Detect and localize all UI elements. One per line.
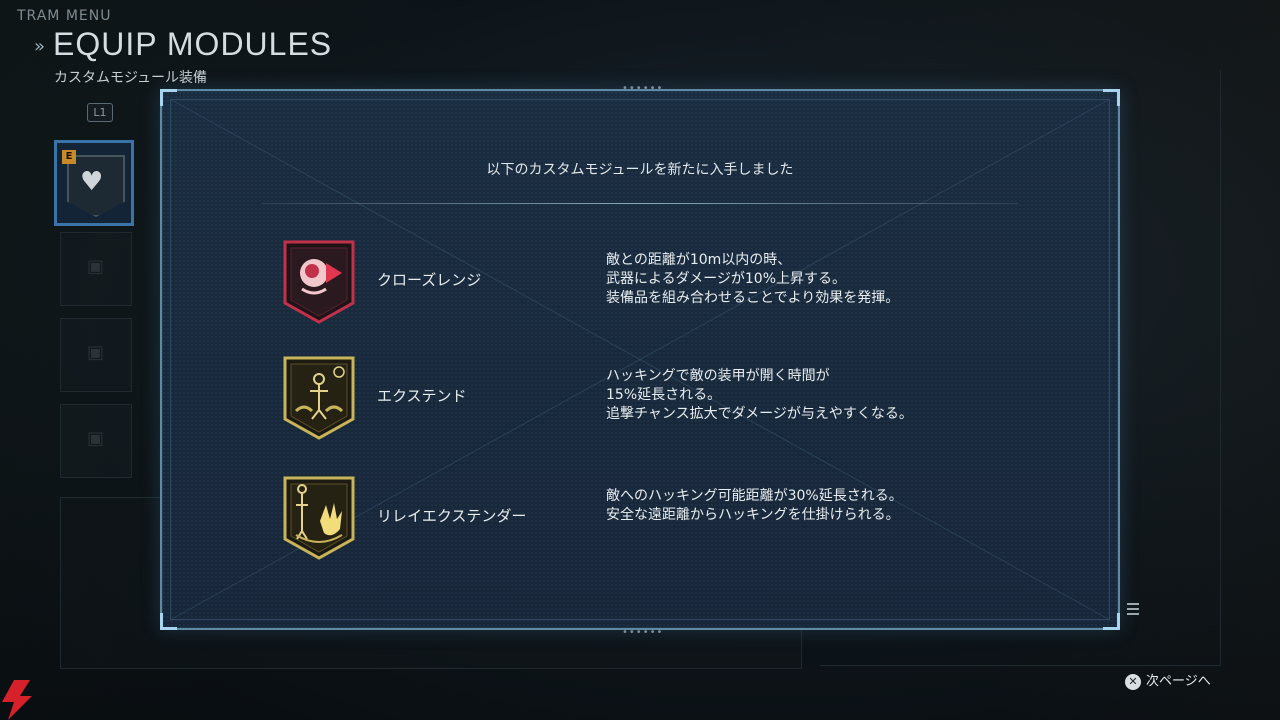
lock-icon: ▣ <box>87 428 105 449</box>
breadcrumb-chevron-icon: » <box>34 36 46 57</box>
module-name: エクステンド <box>377 387 467 405</box>
dialog-top-dots: •••••• <box>622 83 664 94</box>
close-range-icon <box>283 240 355 324</box>
l1-button-prompt[interactable]: L1 <box>87 103 113 122</box>
menu-lines-icon <box>1127 603 1139 618</box>
module-row: エクステンド ハッキングで敵の装甲が開く時間が 15%延長される。 追撃チャンス… <box>162 355 1118 445</box>
module-row: リレイエクステンダー 敵へのハッキング可能距離が30%延長される。 安全な遠距離… <box>162 475 1118 565</box>
lock-icon: ▣ <box>87 342 105 363</box>
dialog-corner <box>1103 613 1120 630</box>
extend-icon <box>283 356 355 440</box>
menu-breadcrumb: TRAM MENU <box>17 8 112 24</box>
cross-button-icon: ✕ <box>1125 673 1141 690</box>
dialog-corner <box>160 613 177 630</box>
dialog-divider <box>262 203 1018 204</box>
module-description: 敵へのハッキング可能距離が30%延長される。 安全な遠距離からハッキングを仕掛け… <box>606 488 903 523</box>
dialog-title: 以下のカスタムモジュールを新たに入手しました <box>486 162 794 178</box>
page-title: EQUIP MODULES <box>53 26 333 62</box>
dialog-corner <box>1103 89 1120 106</box>
lock-icon: ▣ <box>87 256 105 277</box>
relay-extender-icon <box>283 476 355 560</box>
module-name: リレイエクステンダー <box>377 507 527 525</box>
dialog-bottom-dots: •••••• <box>622 627 664 638</box>
heart-plus-icon: ♥ <box>80 167 104 197</box>
module-description: ハッキングで敵の装甲が開く時間が 15%延長される。 追撃チャンス拡大でダメージ… <box>606 368 913 422</box>
equipped-tag: E <box>62 150 76 164</box>
page-subtitle: カスタムモジュール装備 <box>54 70 208 86</box>
next-page-label: 次ページへ <box>1146 674 1211 689</box>
module-description: 敵との距離が10m以内の時、 武器によるダメージが10%上昇する。 装備品を組み… <box>606 252 900 306</box>
module-acquired-dialog: •••••• •••••• 以下のカスタムモジュールを新たに入手しました クロー… <box>160 83 1120 638</box>
dialog-corner <box>160 89 177 106</box>
module-row: クローズレンジ 敵との距離が10m以内の時、 武器によるダメージが10%上昇する… <box>162 239 1118 329</box>
next-page-button[interactable]: ✕ 次ページへ <box>1125 670 1211 690</box>
lightning-logo-icon <box>2 680 32 720</box>
module-name: クローズレンジ <box>377 271 482 289</box>
